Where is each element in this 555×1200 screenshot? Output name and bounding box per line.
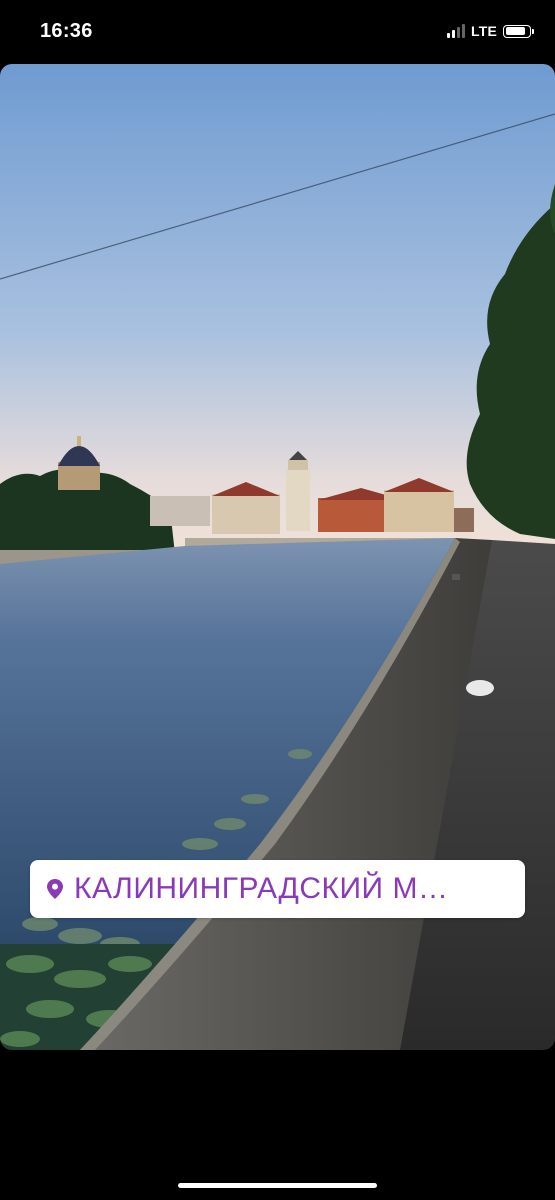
home-indicator[interactable]	[178, 1183, 377, 1188]
status-indicators: LTE	[446, 23, 534, 39]
battery-icon	[503, 24, 534, 38]
status-bar: 16:36 LTE	[0, 0, 555, 64]
status-time: 16:36	[40, 20, 93, 42]
location-sticker[interactable]: КАЛИНИНГРАДСКИЙ М…	[30, 860, 525, 918]
location-pin-icon	[46, 878, 64, 900]
location-sticker-label: КАЛИНИНГРАДСКИЙ М…	[74, 872, 449, 905]
network-type-label: LTE	[470, 23, 497, 39]
cellular-signal-icon	[446, 24, 465, 38]
